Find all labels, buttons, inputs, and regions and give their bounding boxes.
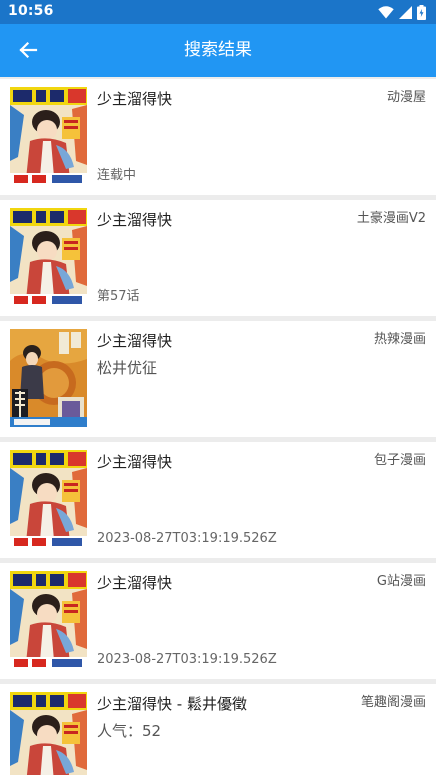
result-source: 笔趣阁漫画: [360, 695, 426, 710]
result-item[interactable]: 少主溜得快 - 鬆井優徵 笔趣阁漫画 人气：52: [0, 684, 436, 775]
result-item[interactable]: 少主溜得快 土豪漫画V2 第57话: [0, 200, 436, 316]
status-bar: 10:56: [0, 0, 436, 24]
status-icons: [378, 4, 426, 20]
result-source: G站漫画: [376, 574, 426, 589]
manga-cover-image: [10, 329, 87, 427]
manga-cover-image: [10, 208, 87, 306]
signal-icon: [399, 5, 412, 19]
page-title: 搜索结果: [184, 40, 252, 60]
result-status: 2023-08-27T03:19:19.526Z: [97, 531, 277, 546]
battery-icon: [417, 4, 426, 20]
result-title: 少主溜得快: [97, 574, 173, 592]
result-item[interactable]: 少主溜得快 热辣漫画 松井优征: [0, 321, 436, 437]
result-title: 少主溜得快: [97, 211, 173, 229]
result-title: 少主溜得快: [97, 453, 173, 471]
status-time: 10:56: [8, 3, 54, 19]
result-source: 热辣漫画: [373, 332, 426, 347]
result-status: 连载中: [97, 168, 137, 183]
result-source: 动漫屋: [386, 90, 426, 105]
result-item[interactable]: 少主溜得快 动漫屋 连载中: [0, 79, 436, 195]
result-subtitle: 人气：52: [97, 722, 162, 740]
manga-cover-image: [10, 87, 87, 185]
manga-cover-image: [10, 450, 87, 548]
manga-cover-image: [10, 692, 87, 775]
result-status: 2023-08-27T03:19:19.526Z: [97, 652, 277, 667]
manga-cover-image: [10, 571, 87, 669]
result-subtitle: 松井优征: [97, 359, 158, 377]
result-status: 第57话: [97, 289, 140, 304]
result-item[interactable]: 少主溜得快 G站漫画 2023-08-27T03:19:19.526Z: [0, 563, 436, 679]
result-title: 少主溜得快: [97, 332, 173, 350]
result-title: 少主溜得快 - 鬆井優徵: [97, 695, 247, 713]
wifi-icon: [378, 5, 394, 19]
result-item[interactable]: 少主溜得快 包子漫画 2023-08-27T03:19:19.526Z: [0, 442, 436, 558]
app-bar: 搜索结果: [0, 24, 436, 77]
result-source: 土豪漫画V2: [356, 211, 426, 226]
search-results-list[interactable]: 少主溜得快 动漫屋 连载中 少主溜得快 土豪漫画V2 第57话 少主溜得快 热辣…: [0, 77, 436, 775]
result-source: 包子漫画: [373, 453, 426, 468]
result-title: 少主溜得快: [97, 90, 173, 108]
